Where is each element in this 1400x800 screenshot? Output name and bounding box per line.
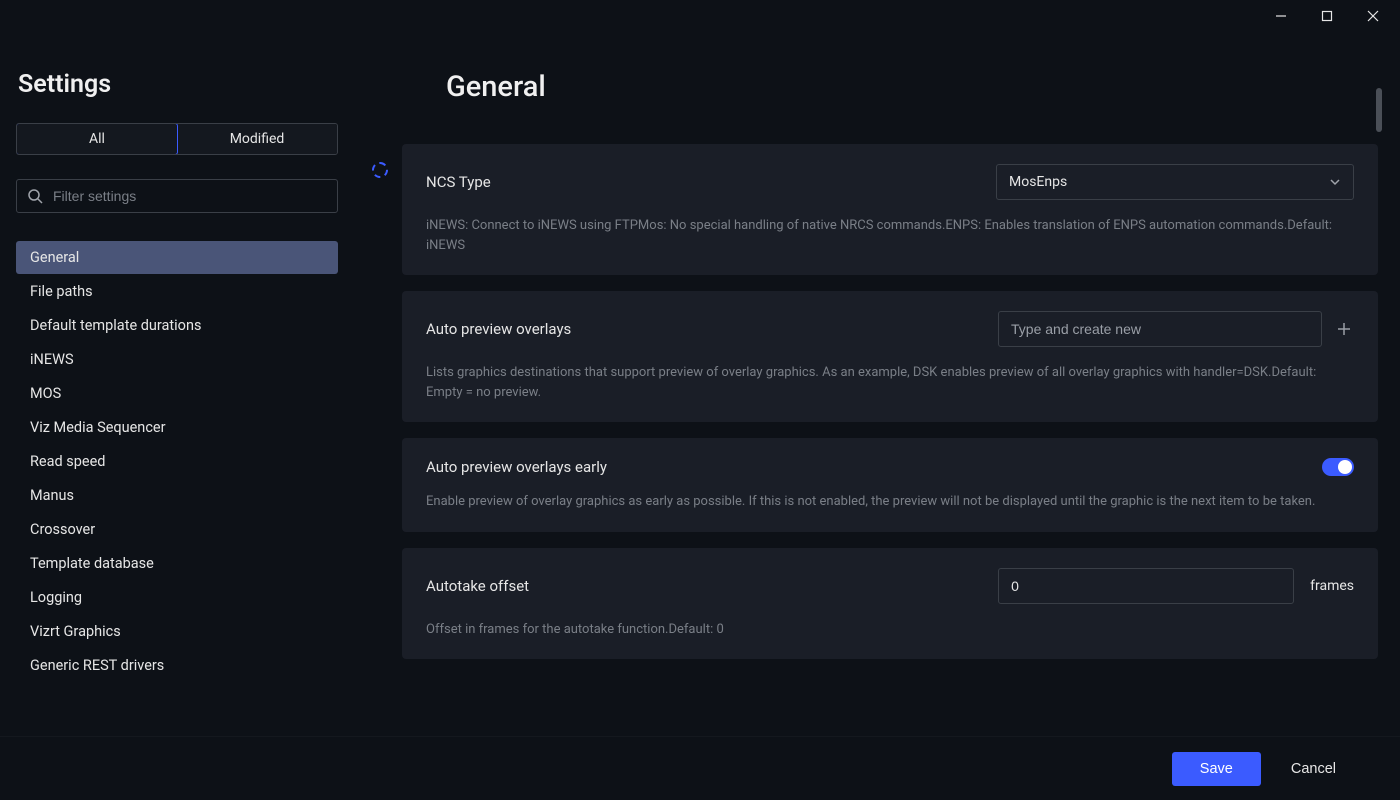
sidebar-item-crossover[interactable]: Crossover — [16, 513, 338, 546]
close-button[interactable] — [1350, 0, 1396, 32]
save-button[interactable]: Save — [1172, 752, 1261, 786]
sidebar-item-viz-media-sequencer[interactable]: Viz Media Sequencer — [16, 411, 338, 444]
setting-gutter — [358, 144, 402, 275]
sidebar-item-file-paths[interactable]: File paths — [16, 275, 338, 308]
nav-list: General File paths Default template dura… — [16, 241, 338, 682]
setting-description: iNEWS: Connect to iNEWS using FTPMos: No… — [426, 216, 1354, 255]
sidebar-item-manus[interactable]: Manus — [16, 479, 338, 512]
loading-icon — [372, 162, 388, 178]
autotake-offset-input[interactable] — [998, 568, 1294, 604]
minimize-button[interactable] — [1258, 0, 1304, 32]
sidebar-item-template-database[interactable]: Template database — [16, 547, 338, 580]
setting-auto-preview-overlays: Auto preview overlays Lists graphics des… — [402, 291, 1378, 422]
cancel-button[interactable]: Cancel — [1283, 752, 1344, 786]
search-icon — [27, 188, 43, 204]
setting-auto-preview-early: Auto preview overlays early Enable previ… — [402, 438, 1378, 532]
sidebar-item-generic-rest-drivers[interactable]: Generic REST drivers — [16, 649, 338, 682]
titlebar — [0, 0, 1400, 32]
filter-tabs: All Modified — [16, 123, 338, 155]
tab-all[interactable]: All — [16, 123, 178, 155]
sidebar: Settings All Modified General File paths… — [16, 32, 338, 736]
setting-ncs-type: NCS Type MosEnps iNEWS: Connect to iNEWS… — [402, 144, 1378, 275]
plus-icon — [1336, 321, 1352, 337]
unit-label: frames — [1310, 578, 1354, 594]
add-button[interactable] — [1334, 319, 1354, 339]
sidebar-item-logging[interactable]: Logging — [16, 581, 338, 614]
setting-description: Enable preview of overlay graphics as ea… — [426, 492, 1354, 512]
scrollbar-thumb[interactable] — [1376, 88, 1382, 132]
search-input[interactable] — [53, 188, 327, 204]
setting-label: Auto preview overlays — [426, 320, 571, 338]
setting-description: Offset in frames for the autotake functi… — [426, 620, 1354, 640]
sidebar-item-read-speed[interactable]: Read speed — [16, 445, 338, 478]
setting-description: Lists graphics destinations that support… — [426, 363, 1354, 402]
footer: Save Cancel — [0, 736, 1400, 800]
chevron-down-icon — [1329, 176, 1341, 188]
setting-label: Auto preview overlays early — [426, 458, 607, 476]
sidebar-item-default-template-durations[interactable]: Default template durations — [16, 309, 338, 342]
sidebar-item-general[interactable]: General — [16, 241, 338, 274]
section-heading: General — [446, 70, 1378, 104]
sidebar-item-vizrt-graphics[interactable]: Vizrt Graphics — [16, 615, 338, 648]
sidebar-item-inews[interactable]: iNEWS — [16, 343, 338, 376]
sidebar-item-mos[interactable]: MOS — [16, 377, 338, 410]
search-container — [16, 179, 338, 213]
tab-modified[interactable]: Modified — [177, 124, 337, 154]
auto-preview-input[interactable] — [998, 311, 1322, 347]
setting-label: NCS Type — [426, 173, 491, 191]
setting-label: Autotake offset — [426, 577, 529, 595]
main-content: General NCS Type MosEnps iNEWS: Connect … — [358, 32, 1384, 736]
setting-autotake-offset: Autotake offset frames Offset in frames … — [402, 548, 1378, 660]
select-value: MosEnps — [1009, 174, 1067, 190]
auto-preview-early-toggle[interactable] — [1322, 458, 1354, 476]
ncs-type-select[interactable]: MosEnps — [996, 164, 1354, 200]
maximize-button[interactable] — [1304, 0, 1350, 32]
page-title: Settings — [16, 70, 338, 99]
